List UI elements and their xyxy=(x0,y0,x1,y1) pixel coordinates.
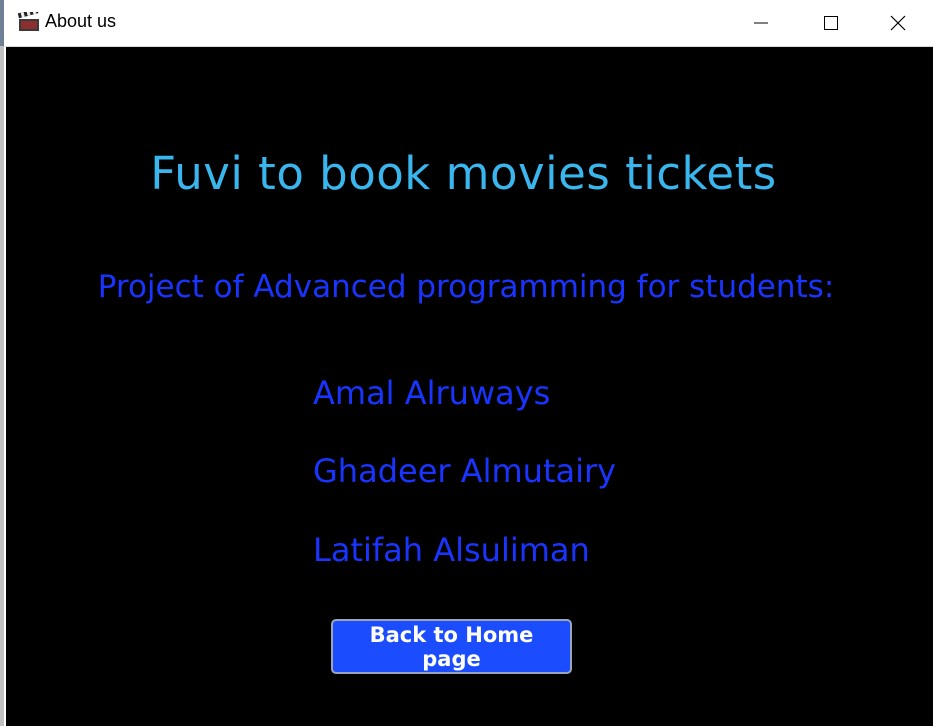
window-title: About us xyxy=(45,11,117,31)
page-title: Fuvi to book movies tickets xyxy=(150,147,777,200)
about-panel: Fuvi to book movies tickets Project of A… xyxy=(6,47,933,726)
student-name: Amal Alruways xyxy=(313,374,551,412)
student-name: Ghadeer Almutairy xyxy=(313,452,617,490)
about-window: About us Fuvi to book movies tickets Pro… xyxy=(0,0,933,726)
clapperboard-icon xyxy=(17,8,40,32)
minimize-icon xyxy=(754,22,768,24)
close-button[interactable] xyxy=(863,0,933,46)
student-name: Latifah Alsuliman xyxy=(313,531,590,569)
back-to-home-button[interactable]: Back to Home page xyxy=(331,619,572,674)
title-bar[interactable]: About us xyxy=(4,0,933,47)
maximize-icon xyxy=(824,16,838,30)
maximize-button[interactable] xyxy=(796,0,866,46)
desktop-edge-lower xyxy=(0,46,4,726)
project-subtitle: Project of Advanced programming for stud… xyxy=(97,269,835,305)
minimize-button[interactable] xyxy=(726,0,796,46)
close-icon xyxy=(890,15,906,31)
